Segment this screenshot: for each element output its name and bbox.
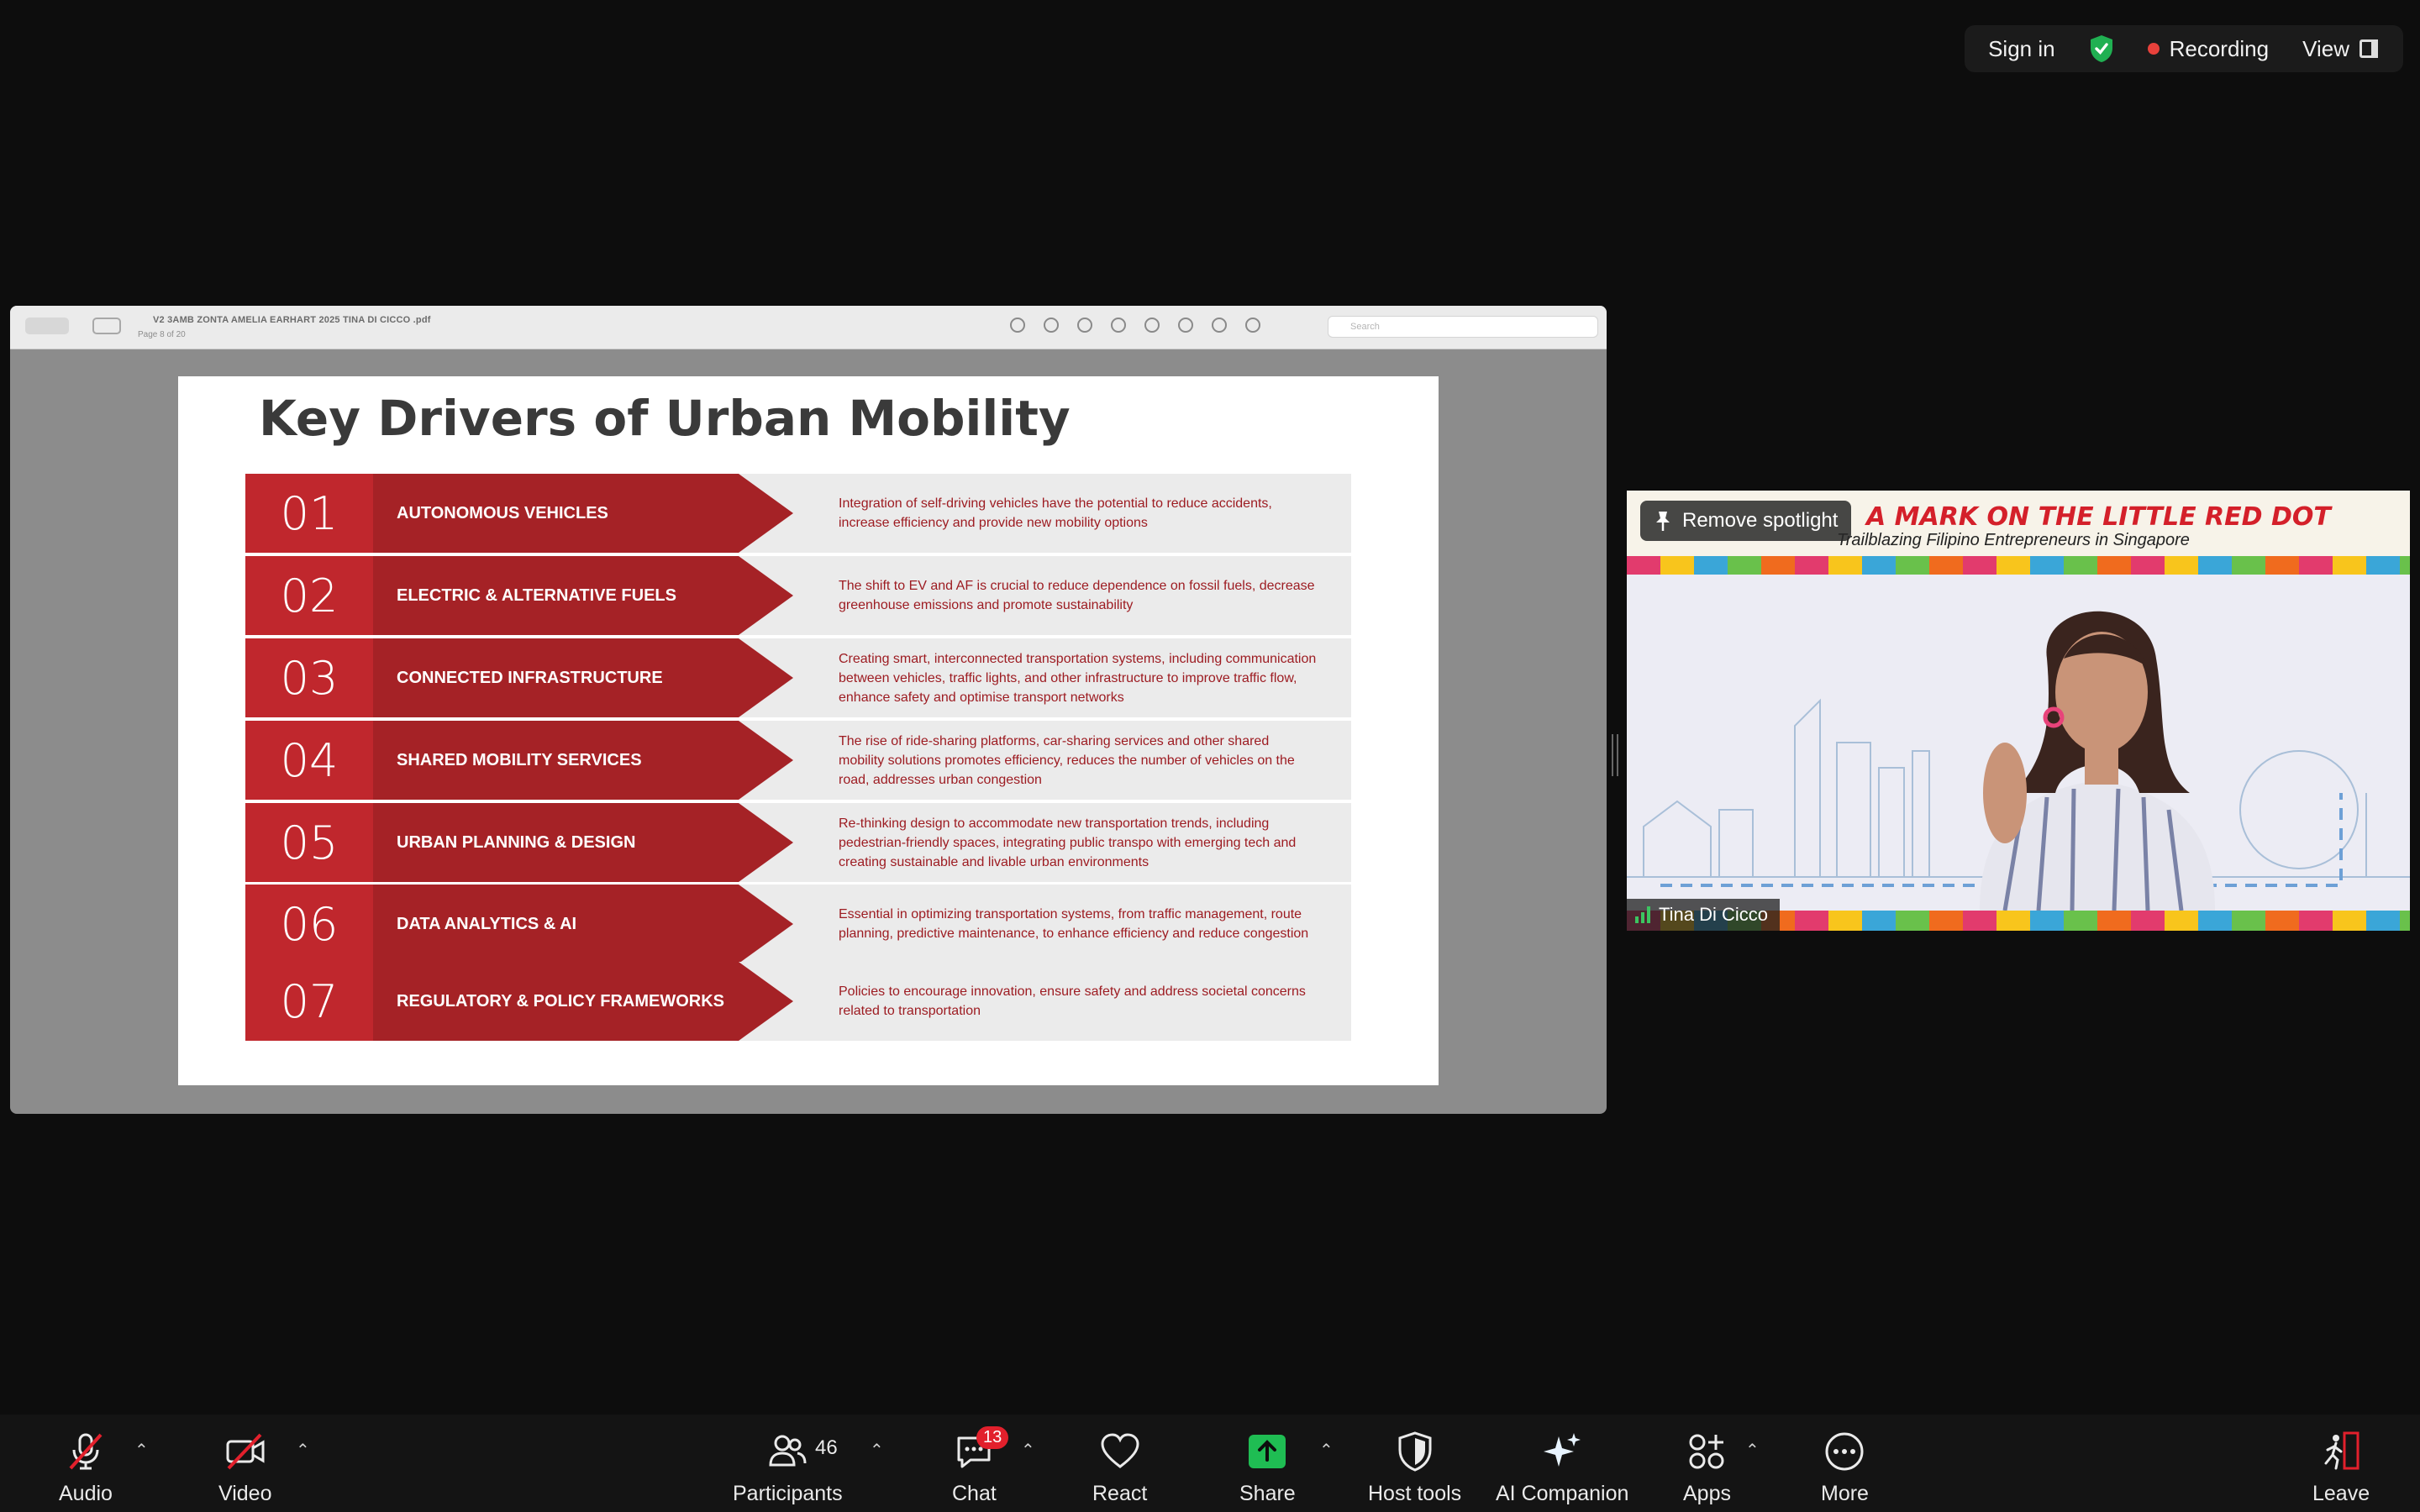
driver-description: Essential in optimizing transportation s…	[839, 907, 1309, 941]
ai-companion-button[interactable]: AI Companion	[1496, 1430, 1628, 1506]
camera-off-icon	[226, 1433, 265, 1470]
driver-label: AUTONOMOUS VEHICLES	[397, 503, 608, 522]
banner-subtitle: Trailblazing Filipino Entrepreneurs in S…	[1837, 531, 2190, 549]
microphone-muted-icon	[69, 1433, 103, 1470]
share-icon[interactable]	[1111, 318, 1126, 333]
sign-in-button[interactable]: Sign in	[1988, 36, 2055, 62]
pdf-window-button[interactable]	[25, 318, 69, 334]
zoom-out-icon[interactable]	[1044, 318, 1059, 333]
driver-description: The rise of ride-sharing platforms, car-…	[839, 733, 1295, 787]
driver-label: ELECTRIC & ALTERNATIVE FUELS	[397, 585, 676, 605]
driver-description: The shift to EV and AF is crucial to red…	[839, 579, 1315, 612]
video-button[interactable]: Video	[218, 1430, 272, 1506]
participants-count: 46	[815, 1436, 838, 1459]
shared-screen: V2 3AMB ZONTA AMELIA EARHART 2025 TINA D…	[10, 306, 1607, 1114]
share-options-chevron-icon[interactable]: ⌃	[1319, 1440, 1334, 1461]
participant-video-image	[1980, 611, 2215, 911]
driver-number: 02	[245, 556, 373, 635]
rotate-icon[interactable]	[1178, 318, 1193, 333]
spotlight-video[interactable]: A MARK ON THE LITTLE RED DOT Trailblazin…	[1627, 491, 2410, 931]
react-button[interactable]: React	[1092, 1430, 1147, 1506]
pdf-tool-icons	[1010, 318, 1260, 333]
leave-door-icon	[2324, 1431, 2360, 1470]
recording-indicator[interactable]: Recording	[2147, 36, 2269, 62]
driver-description: Integration of self-driving vehicles hav…	[839, 496, 1272, 530]
meeting-controls-bar: Audio ⌃ Video ⌃ Participants 46 ⌃ Chat 1…	[0, 1415, 2420, 1512]
sparkle-icon	[1544, 1433, 1581, 1467]
driver-description: Creating smart, interconnected transport…	[839, 651, 1317, 705]
heart-icon	[1101, 1433, 1139, 1468]
zoom-in-icon[interactable]	[1077, 318, 1092, 333]
participants-icon	[769, 1435, 807, 1467]
sidebar-toggle-icon[interactable]	[92, 318, 121, 334]
chat-unread-badge: 13	[976, 1426, 1009, 1449]
driver-number: 04	[245, 721, 373, 800]
driver-label: DATA ANALYTICS & AI	[397, 914, 577, 933]
video-options-chevron-icon[interactable]: ⌃	[296, 1440, 310, 1461]
meeting-topbar: Sign in Recording View	[1965, 25, 2403, 72]
leave-button[interactable]: Leave	[2312, 1430, 2370, 1506]
share-screen-icon	[1249, 1435, 1286, 1468]
view-button[interactable]: View	[2302, 36, 2378, 62]
share-button[interactable]: Share	[1239, 1430, 1296, 1506]
participants-options-chevron-icon[interactable]: ⌃	[870, 1440, 884, 1461]
driver-row: 06 DATA ANALYTICS & AI Essential in optimi…	[245, 885, 1351, 963]
audio-options-chevron-icon[interactable]: ⌃	[134, 1440, 149, 1461]
presentation-slide: Key Drivers of Urban Mobility 01 AUTONOMO…	[178, 376, 1439, 1085]
resize-handle[interactable]	[1612, 734, 1618, 776]
shield-check-icon	[2090, 35, 2112, 62]
host-tools-shield-icon	[1398, 1431, 1432, 1472]
pdf-search-input[interactable]: Search	[1328, 316, 1598, 338]
pdf-title[interactable]: V2 3AMB ZONTA AMELIA EARHART 2025 TINA D…	[153, 315, 431, 325]
decorative-stripe	[1627, 556, 2410, 575]
remove-spotlight-button[interactable]: Remove spotlight	[1640, 501, 1852, 541]
driver-row: 05 URBAN PLANNING & DESIGN Re-thinking des…	[245, 803, 1351, 882]
driver-number: 05	[245, 803, 373, 882]
participant-name-tag: Tina Di Cicco	[1627, 899, 1780, 931]
info-icon[interactable]	[1010, 318, 1025, 333]
view-layout-icon	[2360, 39, 2378, 58]
apps-options-chevron-icon[interactable]: ⌃	[1745, 1440, 1760, 1461]
driver-row: 03 CONNECTED INFRASTRUCTURE Creating smart…	[245, 638, 1351, 717]
driver-description: Policies to encourage innovation, ensure…	[839, 984, 1306, 1018]
banner-title: A MARK ON THE LITTLE RED DOT	[1866, 502, 2331, 532]
driver-label: SHARED MOBILITY SERVICES	[397, 750, 642, 769]
slide-title: Key Drivers of Urban Mobility	[259, 390, 1071, 447]
driver-number: 03	[245, 638, 373, 717]
driver-number: 06	[245, 885, 373, 963]
host-tools-button[interactable]: Host tools	[1368, 1430, 1461, 1506]
pdf-page-indicator: Page 8 of 20	[138, 330, 186, 339]
pdf-toolbar: V2 3AMB ZONTA AMELIA EARHART 2025 TINA D…	[10, 306, 1607, 349]
recording-dot-icon	[2147, 43, 2160, 55]
driver-description: Re-thinking design to accommodate new tr…	[839, 816, 1297, 869]
more-button[interactable]: More	[1821, 1430, 1869, 1506]
chat-options-chevron-icon[interactable]: ⌃	[1021, 1440, 1035, 1461]
audio-button[interactable]: Audio	[59, 1430, 113, 1506]
encryption-shield-icon[interactable]	[2089, 34, 2114, 63]
pin-icon	[1656, 512, 1670, 531]
annotate-icon[interactable]	[1212, 318, 1227, 333]
driver-label: CONNECTED INFRASTRUCTURE	[397, 668, 663, 687]
form-icon[interactable]	[1245, 318, 1260, 333]
driver-label: URBAN PLANNING & DESIGN	[397, 832, 636, 852]
driver-number: 07	[245, 962, 373, 1041]
driver-row: 01 AUTONOMOUS VEHICLES Integration of self…	[245, 474, 1351, 553]
more-dots-icon	[1825, 1432, 1864, 1471]
driver-row: 02 ELECTRIC & ALTERNATIVE FUELS The shift …	[245, 556, 1351, 635]
driver-label: REGULATORY & POLICY FRAMEWORKS	[397, 991, 725, 1011]
driver-row: 07 REGULATORY & POLICY FRAMEWORKS Policies…	[245, 962, 1351, 1041]
apps-grid-icon	[1689, 1434, 1724, 1469]
markup-icon[interactable]	[1144, 318, 1160, 333]
apps-button[interactable]: Apps	[1683, 1430, 1731, 1506]
driver-number: 01	[245, 474, 373, 553]
connection-strength-icon	[1635, 906, 1650, 923]
driver-row: 04 SHARED MOBILITY SERVICES The rise of ri…	[245, 721, 1351, 800]
